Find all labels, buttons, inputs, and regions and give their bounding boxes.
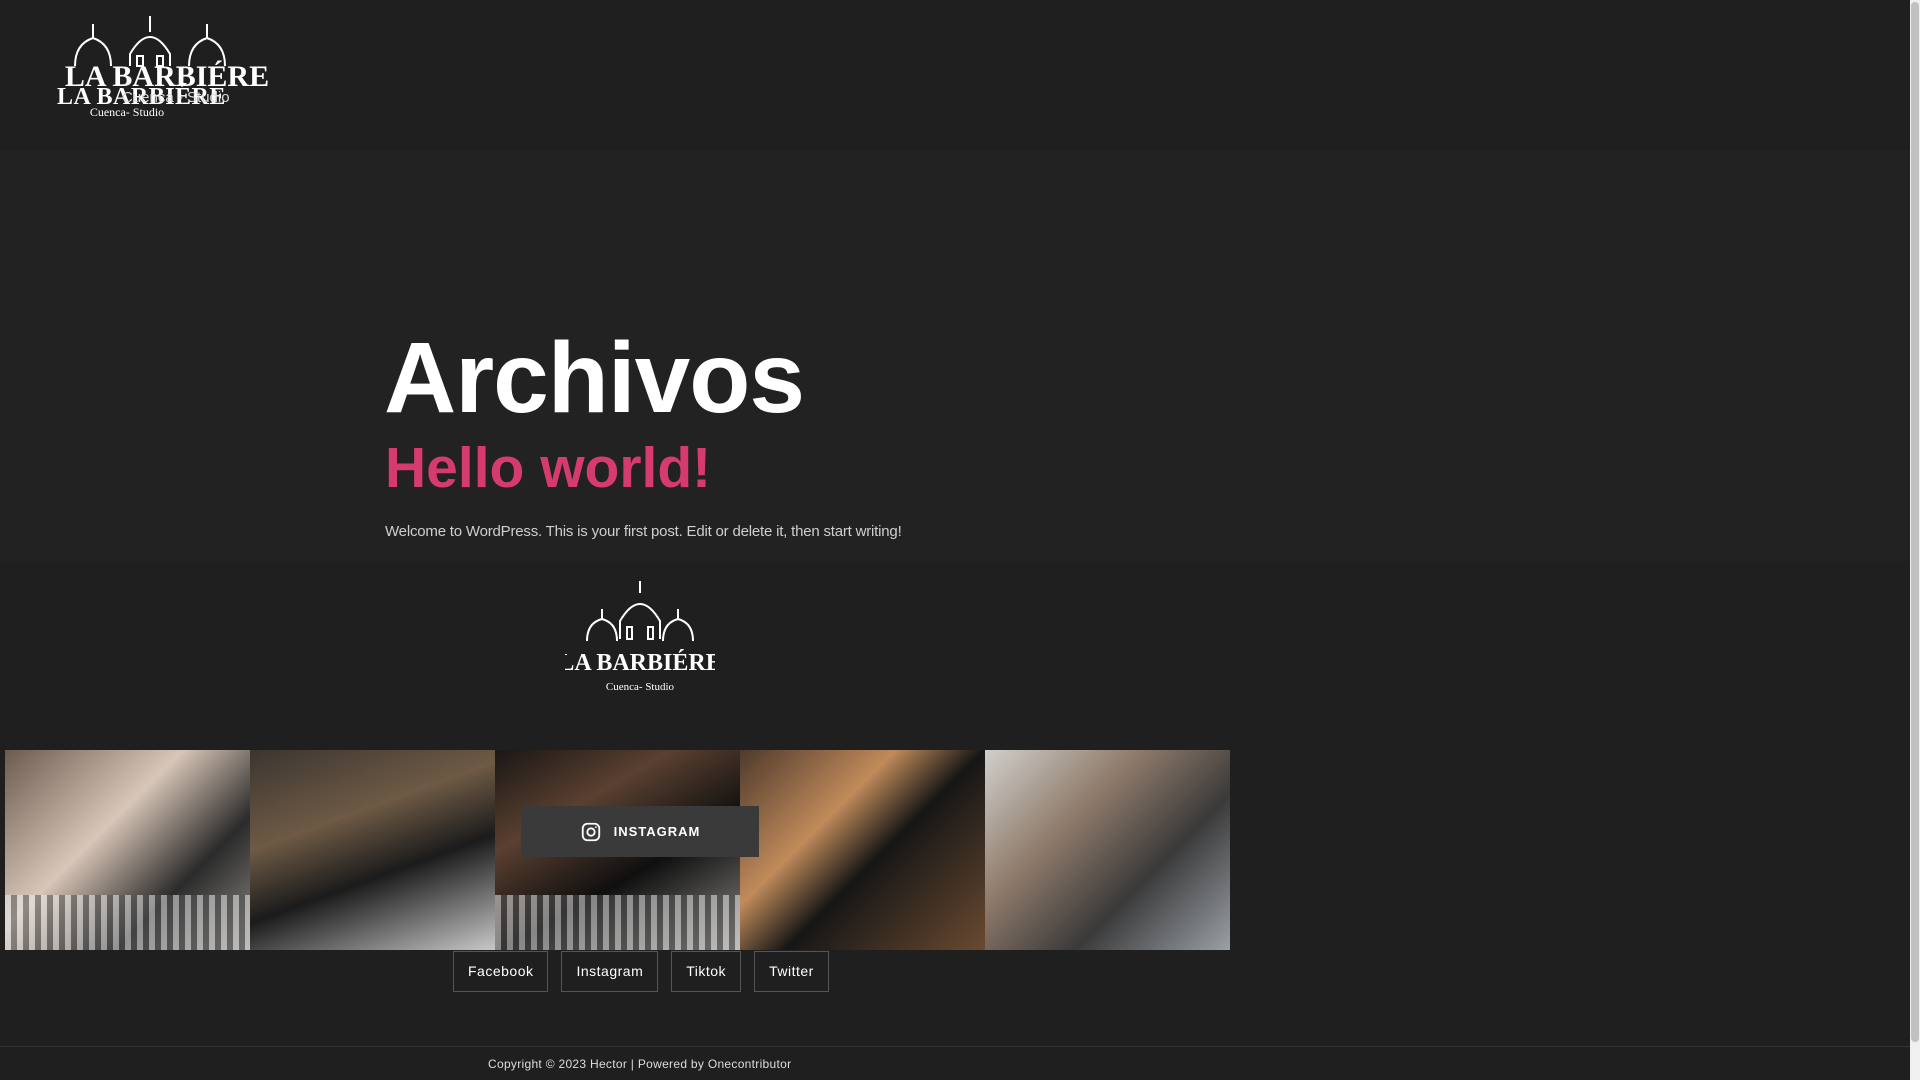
page-title: Archivos: [384, 322, 805, 434]
social-link-twitter[interactable]: Twitter: [754, 951, 829, 992]
social-link-facebook[interactable]: Facebook: [453, 951, 549, 992]
instagram-photo[interactable]: [985, 750, 1230, 950]
site-footer: LA BARBIÉRE Cuenca- Studio INSTAGRAM Fac…: [0, 561, 1910, 1080]
scrollbar-thumb[interactable]: [1911, 2, 1919, 1042]
social-links: Facebook Instagram Tiktok Twitter: [453, 951, 829, 992]
copyright-text: Copyright © 2023 Hector | Powered by One…: [488, 1057, 792, 1071]
post-excerpt: Welcome to WordPress. This is your first…: [385, 523, 902, 540]
page-scrollbar[interactable]: [1910, 0, 1920, 1080]
social-link-instagram[interactable]: Instagram: [561, 951, 659, 992]
instagram-follow-button[interactable]: INSTAGRAM: [521, 806, 759, 857]
site-header: LA BARBIÉRE Cuenca- Studio LA BARBIÉRE C…: [0, 0, 1910, 150]
site-description: Cuenca - Studio: [122, 89, 230, 106]
dome-logo-icon: LA BARBIÉRE Cuenca- Studio: [565, 581, 715, 693]
instagram-button-label: INSTAGRAM: [613, 824, 701, 839]
instagram-photo[interactable]: [250, 750, 495, 950]
footer-logo-tagline: Cuenca- Studio: [606, 681, 675, 693]
post-title-link[interactable]: Hello world!: [385, 440, 711, 497]
copyright-bar: Copyright © 2023 Hector | Powered by One…: [0, 1046, 1910, 1080]
instagram-icon: [581, 822, 600, 841]
instagram-photo[interactable]: [740, 750, 985, 950]
instagram-photo[interactable]: [5, 750, 250, 950]
footer-logo[interactable]: LA BARBIÉRE Cuenca- Studio: [565, 579, 715, 699]
footer-logo-wordmark: LA BARBIÉRE: [565, 650, 715, 676]
archive-section: Archivos Hello world! Welcome to WordPre…: [0, 150, 1910, 561]
social-link-tiktok[interactable]: Tiktok: [671, 951, 742, 992]
